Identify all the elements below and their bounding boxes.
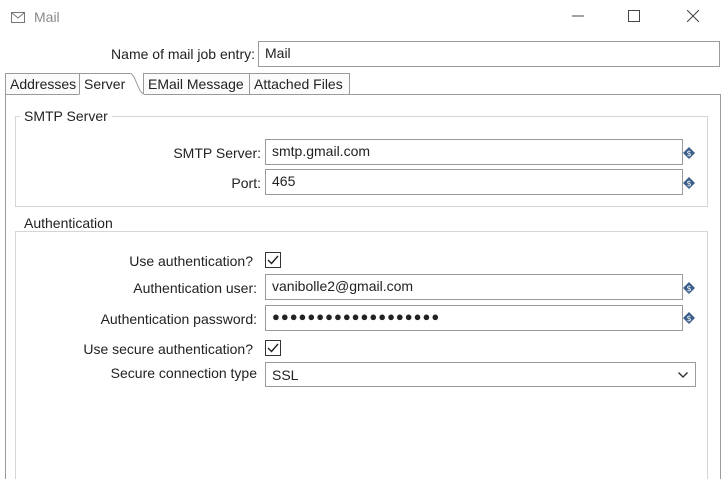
- authentication-group-title: Authentication: [20, 215, 117, 231]
- authentication-user-label: Authentication user:: [133, 280, 257, 296]
- job-entry-name-label: Name of mail job entry:: [111, 46, 255, 62]
- smtp-server-group-title: SMTP Server: [20, 108, 112, 124]
- minimize-icon: [572, 9, 584, 25]
- secure-connection-type-select[interactable]: SSL: [265, 362, 696, 387]
- maximize-button[interactable]: [612, 4, 656, 30]
- port-input[interactable]: 465: [265, 169, 683, 195]
- port-label: Port:: [231, 175, 261, 191]
- secure-connection-type-value: SSL: [272, 366, 299, 383]
- chevron-down-icon[interactable]: [671, 371, 695, 378]
- use-authentication-checkbox[interactable]: [265, 252, 281, 268]
- tab-attached-files[interactable]: Attached Files: [249, 73, 350, 94]
- variable-icon[interactable]: $: [683, 311, 695, 324]
- variable-icon[interactable]: $: [683, 281, 695, 294]
- maximize-icon: [628, 9, 640, 25]
- use-authentication-label: Use authentication?: [129, 253, 253, 269]
- svg-text:$: $: [686, 149, 691, 158]
- job-entry-name-input[interactable]: Mail: [258, 41, 720, 67]
- close-button[interactable]: [671, 4, 715, 30]
- svg-text:$: $: [686, 314, 691, 323]
- authentication-user-input[interactable]: vanibolle2@gmail.com: [265, 274, 683, 300]
- variable-icon[interactable]: $: [683, 146, 695, 159]
- authentication-password-label: Authentication password:: [100, 311, 257, 327]
- use-secure-authentication-checkbox[interactable]: [265, 340, 281, 356]
- secure-connection-type-label: Secure connection type: [110, 365, 257, 381]
- tab-server-curve: [129, 72, 145, 95]
- mail-icon: [11, 10, 25, 23]
- smtp-server-input[interactable]: smtp.gmail.com: [265, 139, 683, 165]
- authentication-password-input[interactable]: ●●●●●●●●●●●●●●●●●●●: [265, 305, 683, 331]
- smtp-server-label: SMTP Server:: [173, 145, 261, 161]
- minimize-button[interactable]: [556, 4, 600, 30]
- use-secure-authentication-label: Use secure authentication?: [83, 341, 253, 357]
- variable-icon[interactable]: $: [683, 176, 695, 189]
- checkmark-icon: [267, 340, 279, 356]
- window-title: Mail: [34, 9, 60, 25]
- tab-email-message[interactable]: EMail Message: [143, 73, 250, 94]
- tab-addresses[interactable]: Addresses: [5, 73, 80, 94]
- svg-text:$: $: [686, 179, 691, 188]
- close-icon: [686, 9, 700, 25]
- svg-text:$: $: [686, 284, 691, 293]
- checkmark-icon: [267, 252, 279, 268]
